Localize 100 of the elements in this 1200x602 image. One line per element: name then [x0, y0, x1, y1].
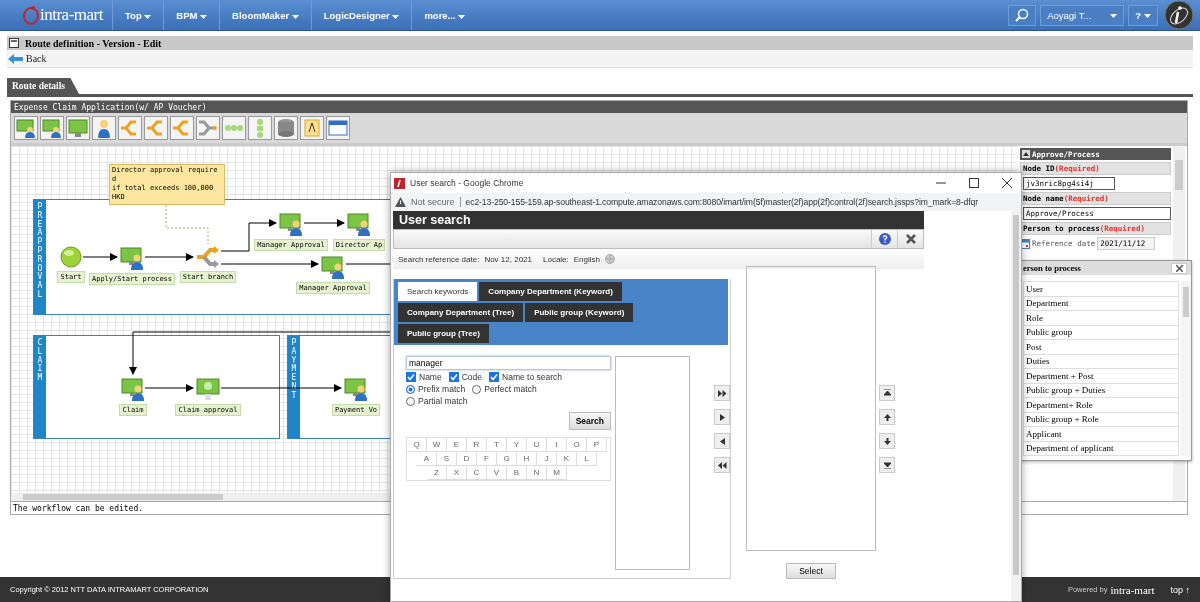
radio-button[interactable]	[406, 396, 415, 406]
palette-button[interactable]	[196, 116, 220, 140]
nav-menu[interactable]: BloomMaker	[219, 0, 311, 30]
add-button[interactable]	[714, 409, 730, 425]
letter-key[interactable]: V	[487, 466, 507, 480]
dropdown-option[interactable]: Department	[1023, 296, 1179, 311]
dropdown-option[interactable]: Duties	[1023, 354, 1179, 369]
search-tab[interactable]: Public group (Tree)	[398, 324, 489, 343]
url-text[interactable]: ec2-13-250-155-159.ap-southeast-1.compute.amazonaws.com:8080/imart/im(5f)master(2f)app(2f)control(2f)search.jssps?im_mark=8-dfqr	[465, 197, 978, 207]
dropdown-option[interactable]: Department of applicant	[1023, 441, 1179, 456]
letter-key[interactable]: S	[437, 452, 457, 466]
palette-button[interactable]	[144, 116, 168, 140]
flow-arrow[interactable]	[303, 219, 345, 227]
flow-arrow[interactable]	[220, 260, 319, 268]
letter-key[interactable]: C	[467, 466, 487, 480]
letter-key[interactable]: K	[557, 452, 577, 466]
letter-key[interactable]: Z	[427, 466, 447, 480]
intra-mart-logo[interactable]: intra-mart	[0, 0, 112, 30]
move-down-button[interactable]	[879, 433, 895, 449]
letter-key[interactable]: B	[507, 466, 527, 480]
radio-button[interactable]	[406, 384, 415, 394]
close-button[interactable]	[1171, 262, 1187, 274]
double-right-arrow-icon	[717, 389, 727, 397]
flow-arrow[interactable]	[82, 253, 118, 261]
palette-button[interactable]	[118, 116, 142, 140]
palette-button[interactable]	[300, 116, 324, 140]
back-to-top-link[interactable]: top ↑	[1170, 584, 1190, 595]
dropdown-option[interactable]: Post	[1023, 340, 1179, 355]
nav-menu[interactable]: LogicDesigner	[310, 0, 412, 30]
letter-key[interactable]: G	[497, 452, 517, 466]
dropdown-option[interactable]: Applicant	[1023, 427, 1179, 442]
search-tab[interactable]: Search keywords	[398, 282, 478, 301]
letter-key[interactable]: A	[417, 452, 437, 466]
back-link[interactable]: Back	[7, 53, 47, 64]
nav-menu[interactable]: Top	[112, 0, 164, 30]
nav-menu[interactable]: more...	[411, 0, 478, 30]
search-button[interactable]: Search	[568, 412, 611, 430]
radio-button[interactable]	[472, 384, 482, 394]
letter-key[interactable]: X	[447, 466, 467, 480]
add-all-button[interactable]	[714, 385, 730, 401]
palette-button[interactable]	[92, 116, 116, 140]
dropdown-option[interactable]: Department + Post	[1023, 369, 1179, 384]
dropdown-option[interactable]: Public group	[1023, 325, 1179, 340]
search-tab[interactable]: Public group (Keyword)	[525, 303, 634, 322]
split-arrow-icon	[196, 246, 220, 268]
logo-circle-icon[interactable]	[1164, 0, 1194, 30]
dropdown-option[interactable]: Public group + Duties	[1023, 383, 1179, 398]
letter-key[interactable]: J	[537, 452, 557, 466]
letter-key[interactable]: F	[477, 452, 497, 466]
letter-key[interactable]: O	[567, 438, 587, 452]
remove-button[interactable]	[714, 433, 730, 449]
palette-button[interactable]	[326, 116, 350, 140]
letter-key[interactable]: M	[547, 466, 567, 480]
palette-button[interactable]	[14, 116, 38, 140]
palette-button[interactable]	[170, 116, 194, 140]
checkbox[interactable]	[448, 372, 459, 382]
letter-key[interactable]: P	[587, 438, 607, 452]
dropdown-option[interactable]: Role	[1023, 311, 1179, 326]
search-button[interactable]	[1008, 5, 1037, 26]
move-up-button[interactable]	[879, 409, 895, 425]
flow-arrow[interactable]	[144, 384, 194, 392]
dropdown-option[interactable]: Department+ Role	[1023, 398, 1179, 413]
letter-key[interactable]: W	[427, 438, 447, 452]
user-menu[interactable]: Aoyagi T...	[1040, 5, 1125, 26]
letter-key[interactable]: N	[527, 466, 547, 480]
dropdown-option[interactable]: Public group + Role	[1023, 412, 1179, 427]
search-tab[interactable]: Company Department (Keyword)	[479, 282, 622, 301]
letter-key[interactable]: Q	[407, 438, 427, 452]
palette-button[interactable]	[40, 116, 64, 140]
search-tab[interactable]: Company Department (Tree)	[398, 303, 524, 322]
palette-button[interactable]	[66, 116, 90, 140]
collapse-icon	[1022, 150, 1030, 158]
letter-key[interactable]: I	[547, 438, 567, 452]
help-menu[interactable]: ?	[1128, 5, 1158, 26]
letter-key[interactable]: H	[517, 452, 537, 466]
letter-key[interactable]: Y	[507, 438, 527, 452]
letter-key[interactable]: R	[467, 438, 487, 452]
route-details-tab[interactable]: Route details	[7, 78, 80, 94]
select-button[interactable]: Select	[786, 563, 836, 579]
vertical-scrollbar[interactable]	[1011, 211, 1021, 601]
checkbox[interactable]	[489, 372, 499, 382]
nav-menu[interactable]: BPM	[163, 0, 220, 30]
letter-key[interactable]: E	[447, 438, 467, 452]
flow-arrow[interactable]	[220, 384, 342, 392]
remove-all-button[interactable]	[714, 457, 730, 473]
flow-arrow[interactable]	[144, 253, 194, 261]
vertical-scrollbar[interactable]	[1181, 281, 1191, 456]
letter-key[interactable]: T	[487, 438, 507, 452]
checkbox[interactable]	[406, 372, 416, 382]
dropdown-option[interactable]: User	[1023, 281, 1179, 297]
move-top-button[interactable]	[879, 385, 895, 401]
letter-key[interactable]: D	[457, 452, 477, 466]
palette-button[interactable]	[248, 116, 272, 140]
letter-key[interactable]: U	[527, 438, 547, 452]
palette-button[interactable]	[274, 116, 298, 140]
caret-icon	[144, 14, 152, 19]
move-bottom-button[interactable]	[879, 457, 895, 473]
letter-key[interactable]: L	[577, 452, 597, 466]
palette-button[interactable]	[222, 116, 246, 140]
keyword-field[interactable]: manager	[406, 356, 611, 370]
